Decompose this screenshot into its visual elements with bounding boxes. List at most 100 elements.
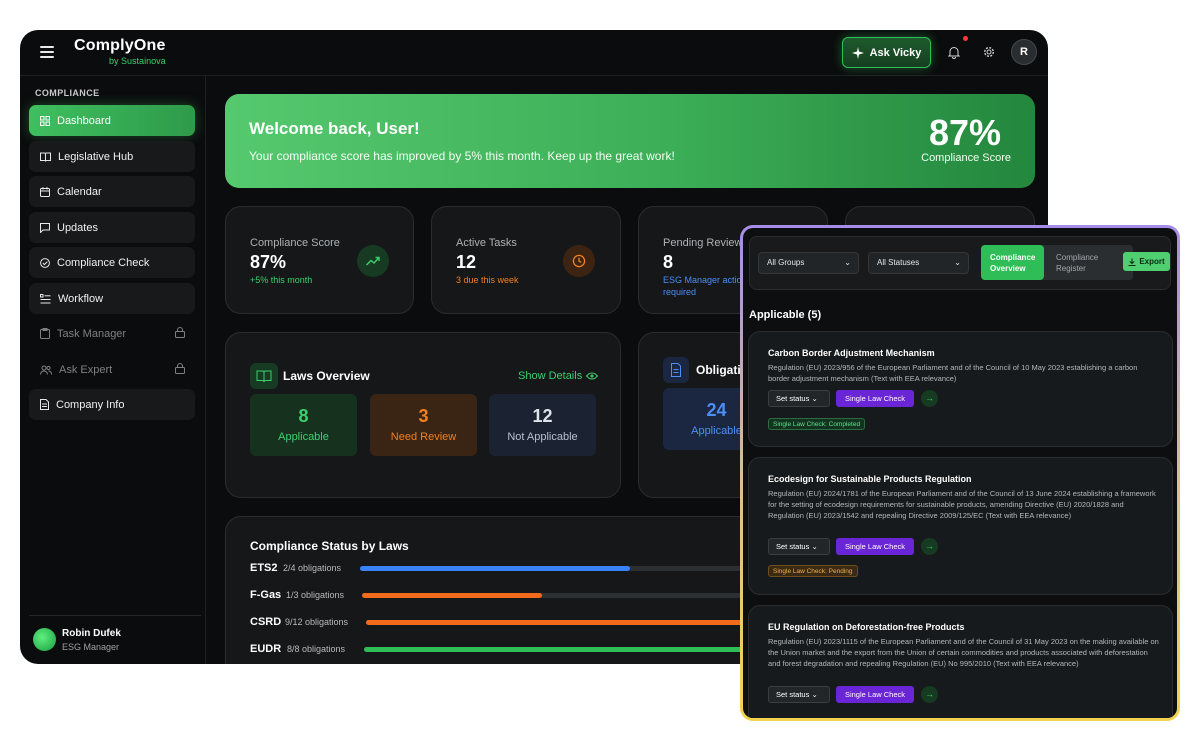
clock-icon — [563, 245, 595, 277]
count-number: 8 — [298, 406, 309, 426]
welcome-banner: Welcome back, User! Your compliance scor… — [225, 94, 1035, 188]
set-status-dropdown[interactable]: Set status ⌄ — [768, 390, 830, 407]
top-bar: ComplyOne by Sustainova Ask Vicky R — [20, 30, 1048, 76]
brand-logo[interactable]: ComplyOne by Sustainova — [74, 37, 166, 66]
user-avatar[interactable]: R — [1011, 39, 1037, 65]
single-law-check-button[interactable]: Single Law Check — [836, 686, 914, 703]
sidebar-item-calendar[interactable]: Calendar — [29, 176, 195, 207]
law-card[interactable]: Carbon Border Adjustment Mechanism Regul… — [748, 331, 1173, 447]
status-filter-select[interactable]: All Statuses ⌄ — [868, 252, 969, 274]
group-filter-select[interactable]: All Groups ⌄ — [758, 252, 859, 274]
count-label: Need Review — [390, 431, 457, 443]
sidebar-item-updates[interactable]: Updates — [29, 212, 195, 243]
welcome-message: Your compliance score has improved by 5%… — [249, 149, 675, 163]
tab-label-line1: Compliance — [990, 253, 1036, 262]
chevron-down-icon: ⌄ — [954, 258, 961, 267]
law-description: Regulation (EU) 2023/956 of the European… — [768, 363, 1138, 383]
stat-card-compliance-score[interactable]: Compliance Score 87% +5% this month — [225, 206, 414, 314]
progress-fill — [366, 620, 771, 625]
law-status-row[interactable]: ETS2 2/4 obligations — [250, 562, 900, 576]
count-label: Not Applicable — [507, 431, 578, 443]
ask-vicky-label: Ask Vicky — [869, 46, 922, 59]
applicable-count-box[interactable]: 8 Applicable — [250, 394, 357, 456]
sidebar-item-workflow[interactable]: Workflow — [29, 283, 195, 314]
sidebar-item-label: Calendar — [57, 185, 102, 198]
ask-vicky-button[interactable]: Ask Vicky — [842, 37, 931, 68]
brand-name: ComplyOne — [74, 37, 166, 54]
set-status-dropdown[interactable]: Set status ⌄ — [768, 686, 830, 703]
sparkle-icon — [851, 46, 864, 59]
show-details-link[interactable]: Show Details — [518, 370, 599, 382]
bell-icon[interactable] — [944, 42, 964, 62]
show-details-label: Show Details — [518, 370, 583, 382]
compliance-overview-tab[interactable]: Compliance Overview — [981, 245, 1044, 280]
document-icon — [40, 399, 49, 410]
sidebar-item-label: Compliance Check — [57, 256, 150, 269]
sidebar-item-ask-expert[interactable]: Ask Expert — [29, 354, 195, 385]
group-filter-value: All Groups — [767, 258, 805, 267]
count-label: Applicable — [278, 431, 329, 443]
stat-card-active-tasks[interactable]: Active Tasks 12 3 due this week — [431, 206, 621, 314]
law-card[interactable]: Ecodesign for Sustainable Products Regul… — [748, 457, 1173, 595]
user-name: Robin Dufek — [62, 628, 121, 639]
chevron-down-icon: ⌄ — [811, 542, 818, 551]
lock-icon — [175, 327, 185, 338]
single-law-check-button[interactable]: Single Law Check — [836, 538, 914, 555]
sidebar-item-label: Workflow — [58, 292, 104, 305]
book-icon — [40, 152, 51, 162]
need-review-count-box[interactable]: 3 Need Review — [370, 394, 477, 456]
gear-icon[interactable] — [979, 42, 999, 62]
arrow-right-icon[interactable]: → — [921, 686, 938, 703]
stat-label: Active Tasks — [456, 237, 517, 249]
trend-up-icon — [357, 245, 389, 277]
eye-icon — [586, 372, 599, 380]
menu-icon[interactable] — [40, 46, 54, 58]
sidebar-item-task-manager[interactable]: Task Manager — [29, 318, 195, 349]
sidebar: COMPLIANCE Dashboard Legislative Hub Cal… — [20, 76, 206, 664]
stat-label: Compliance Score — [250, 237, 340, 249]
law-status-row[interactable]: F-Gas 1/3 obligations — [250, 589, 902, 603]
set-status-dropdown[interactable]: Set status ⌄ — [768, 538, 830, 555]
export-button[interactable]: Export — [1123, 252, 1170, 271]
not-applicable-count-box[interactable]: 12 Not Applicable — [489, 394, 596, 456]
message-icon — [40, 222, 50, 233]
tab-label-line2: Overview — [990, 264, 1026, 273]
notification-dot — [963, 36, 968, 41]
download-icon — [1128, 258, 1136, 266]
law-status-row[interactable]: CSRD 9/12 obligations — [250, 616, 906, 630]
sidebar-user[interactable]: Robin Dufek ESG Manager — [29, 615, 201, 652]
arrow-right-icon[interactable]: → — [921, 538, 938, 555]
chevron-down-icon: ⌄ — [811, 394, 818, 403]
list-icon — [40, 293, 51, 303]
check-circle-icon — [40, 257, 50, 268]
welcome-title: Welcome back, User! — [249, 119, 420, 138]
law-title: Ecodesign for Sustainable Products Regul… — [768, 474, 972, 484]
law-card[interactable]: EU Regulation on Deforestation-free Prod… — [748, 605, 1173, 718]
law-status-row[interactable]: EUDR 8/8 obligations — [250, 643, 904, 657]
sidebar-item-dashboard[interactable]: Dashboard — [29, 105, 195, 136]
stat-value: 87% — [250, 252, 287, 272]
laws-overview-title: Laws Overview — [283, 369, 370, 383]
count-number: 3 — [418, 406, 429, 426]
arrow-right-icon[interactable]: → — [921, 390, 938, 407]
sidebar-item-label: Dashboard — [57, 114, 111, 127]
compliance-register-tab[interactable]: Compliance Register — [1047, 245, 1110, 280]
welcome-score-label: Compliance Score — [921, 152, 1011, 164]
view-toggle: Compliance Overview Compliance Register — [981, 245, 1133, 280]
law-description: Regulation (EU) 2024/1781 of the Europea… — [768, 489, 1156, 520]
welcome-score-value: 87% — [928, 112, 1002, 153]
sidebar-item-company-info[interactable]: Company Info — [29, 389, 195, 420]
book-icon — [250, 363, 278, 389]
single-law-check-button[interactable]: Single Law Check — [836, 390, 914, 407]
chevron-down-icon: ⌄ — [811, 690, 818, 699]
filter-toolbar: All Groups ⌄ All Statuses ⌄ Compliance O… — [749, 236, 1171, 290]
export-label: Export — [1139, 257, 1165, 266]
sidebar-item-legislative-hub[interactable]: Legislative Hub — [29, 141, 195, 172]
stat-sub: +5% this month — [250, 275, 313, 285]
law-obligations: 9/12 obligations — [285, 617, 349, 627]
law-obligations: 1/3 obligations — [286, 590, 345, 600]
sidebar-item-compliance-check[interactable]: Compliance Check — [29, 247, 195, 278]
calendar-icon — [40, 186, 50, 197]
sidebar-item-label: Ask Expert — [59, 363, 113, 376]
stat-label: Pending Review — [663, 237, 743, 249]
